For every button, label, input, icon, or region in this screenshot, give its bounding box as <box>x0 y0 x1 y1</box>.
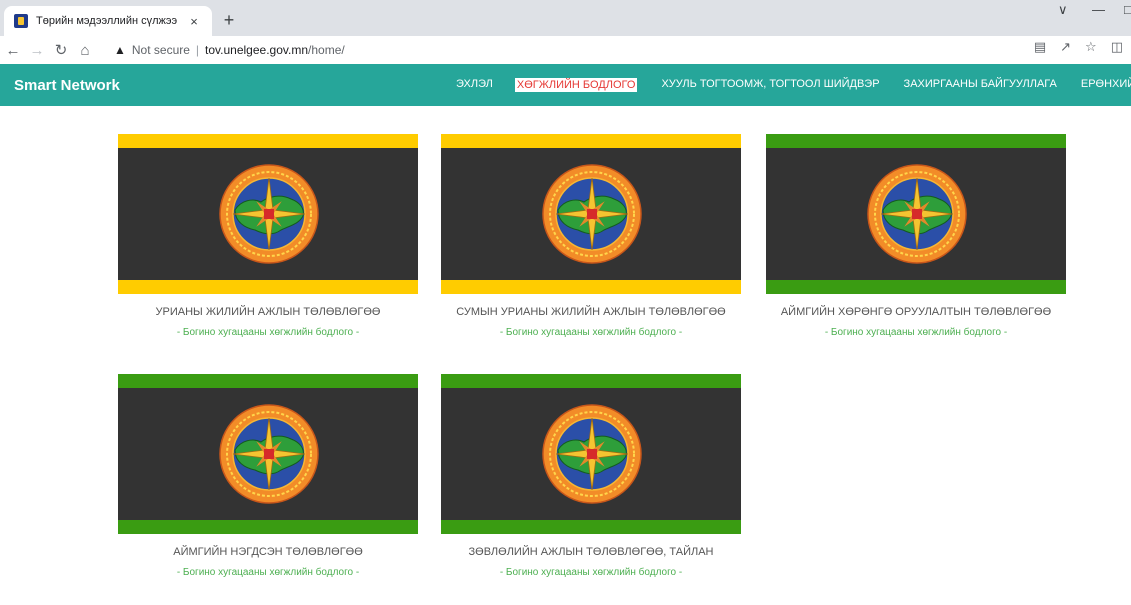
address-separator: | <box>195 43 200 57</box>
plan-card[interactable]: ЗӨВЛӨЛИЙН АЖЛЫН ТӨЛӨВЛӨГӨӨ, ТАЙЛАН - Бог… <box>441 374 741 578</box>
browser-tab[interactable]: Төрийн мэдээллийн сүлжээ × <box>4 6 212 36</box>
chevron-down-icon[interactable]: ∨ <box>1058 2 1068 18</box>
minimize-icon[interactable]: — <box>1092 2 1105 17</box>
browser-window: Төрийн мэдээллийн сүлжээ × + ∨ — □ ← → ↻… <box>0 0 1131 605</box>
plan-card-image[interactable] <box>118 374 418 534</box>
plan-card-subtitle: - Богино хугацааны хөгжлийн бодлого - <box>499 327 683 338</box>
plan-card-image[interactable] <box>441 374 741 534</box>
plan-card-image[interactable] <box>441 134 741 294</box>
warning-icon[interactable]: ▲ <box>114 43 126 57</box>
menu-item-development-policy[interactable]: ХӨГЖЛИЙН БОДЛОГО <box>514 78 638 92</box>
plan-card-title[interactable]: ЗӨВЛӨЛИЙН АЖЛЫН ТӨЛӨВЛӨГӨӨ, ТАЙЛАН <box>441 546 741 558</box>
tab-title: Төрийн мэдээллийн сүлжээ <box>36 15 178 27</box>
emblem-icon <box>542 404 642 504</box>
url-host[interactable]: tov.unelgee.gov.mn <box>205 43 308 57</box>
flag-bottom-stripe <box>118 280 418 294</box>
new-tab-button[interactable]: + <box>218 9 240 31</box>
side-panel-icon[interactable]: ◫ <box>1111 39 1123 55</box>
tab-close-icon[interactable]: × <box>186 14 202 29</box>
plan-card-subtitle: - Богино хугацааны хөгжлийн бодлого - <box>499 567 683 578</box>
address-bar[interactable]: ▲ Not secure | tov.unelgee.gov.mn /home/ <box>114 39 1114 61</box>
flag-top-stripe <box>118 134 418 148</box>
reload-icon[interactable]: ↻ <box>50 39 72 61</box>
plan-card[interactable]: АЙМГИЙН НЭГДСЭН ТӨЛӨВЛӨГӨӨ - Богино хуга… <box>118 374 418 578</box>
flag-bottom-stripe <box>766 280 1066 294</box>
back-arrow-icon[interactable]: ← <box>2 39 24 61</box>
plan-card[interactable]: СУМЫН УРИАНЫ ЖИЛИЙН АЖЛЫН ТӨЛӨВЛӨГӨӨ - Б… <box>441 134 741 338</box>
plan-card-title[interactable]: СУМЫН УРИАНЫ ЖИЛИЙН АЖЛЫН ТӨЛӨВЛӨГӨӨ <box>441 306 741 318</box>
site-navbar: Smart Network ЭХЛЭЛ ХӨГЖЛИЙН БОДЛОГО ХУУ… <box>0 64 1131 106</box>
menu-item-administration[interactable]: ЗАХИРГААНЫ БАЙГУУЛЛАГА <box>904 78 1057 92</box>
url-path[interactable]: /home/ <box>308 43 345 57</box>
main-menu: ЭХЛЭЛ ХӨГЖЛИЙН БОДЛОГО ХУУЛЬ ТОГТООМЖ, Т… <box>456 78 1131 92</box>
browser-toolbar: ← → ↻ ⌂ ▲ Not secure | tov.unelgee.gov.m… <box>0 36 1131 64</box>
emblem-icon <box>867 164 967 264</box>
plan-card-image[interactable] <box>766 134 1066 294</box>
plan-card[interactable]: АЙМГИЙН ХӨРӨНГӨ ОРУУЛАЛТЫН ТӨЛӨВЛӨГӨӨ - … <box>766 134 1066 338</box>
maximize-icon[interactable]: □ <box>1124 2 1131 17</box>
site-brand[interactable]: Smart Network <box>14 77 120 94</box>
bookmark-star-icon[interactable]: ☆ <box>1085 39 1097 55</box>
tab-strip: Төрийн мэдээллийн сүлжээ × + ∨ — □ <box>0 0 1131 36</box>
emblem-icon <box>542 164 642 264</box>
plan-card-image[interactable] <box>118 134 418 294</box>
plan-card-subtitle: - Богино хугацааны хөгжлийн бодлого - <box>176 327 360 338</box>
share-icon[interactable]: ↗ <box>1060 39 1071 55</box>
flag-bottom-stripe <box>441 280 741 294</box>
translate-icon[interactable]: ▤ <box>1034 39 1046 55</box>
plan-card-title[interactable]: АЙМГИЙН ХӨРӨНГӨ ОРУУЛАЛТЫН ТӨЛӨВЛӨГӨӨ <box>766 306 1066 318</box>
plan-card-subtitle: - Богино хугацааны хөгжлийн бодлого - <box>824 327 1008 338</box>
flag-top-stripe <box>441 374 741 388</box>
menu-item-home[interactable]: ЭХЛЭЛ <box>456 78 493 92</box>
flag-bottom-stripe <box>118 520 418 534</box>
emblem-icon <box>219 164 319 264</box>
forward-arrow-icon[interactable]: → <box>26 39 48 61</box>
flag-top-stripe <box>118 374 418 388</box>
toolbar-icons: ▤ ↗ ☆ ◫ <box>1034 39 1123 55</box>
flag-top-stripe <box>766 134 1066 148</box>
plan-card-title[interactable]: АЙМГИЙН НЭГДСЭН ТӨЛӨВЛӨГӨӨ <box>118 546 418 558</box>
site-favicon-icon <box>14 14 28 28</box>
plan-card-title[interactable]: УРИАНЫ ЖИЛИЙН АЖЛЫН ТӨЛӨВЛӨГӨӨ <box>118 306 418 318</box>
plan-card[interactable]: УРИАНЫ ЖИЛИЙН АЖЛЫН ТӨЛӨВЛӨГӨӨ - Богино … <box>118 134 418 338</box>
home-icon[interactable]: ⌂ <box>74 39 96 61</box>
menu-item-general[interactable]: ЕРӨНХИЙ ҮНЭ <box>1081 78 1131 92</box>
menu-item-legislation[interactable]: ХУУЛЬ ТОГТООМЖ, ТОГТООЛ ШИЙДВЭР <box>661 78 879 92</box>
plan-card-subtitle: - Богино хугацааны хөгжлийн бодлого - <box>176 567 360 578</box>
flag-top-stripe <box>441 134 741 148</box>
flag-bottom-stripe <box>441 520 741 534</box>
not-secure-label[interactable]: Not secure <box>132 43 190 57</box>
emblem-icon <box>219 404 319 504</box>
